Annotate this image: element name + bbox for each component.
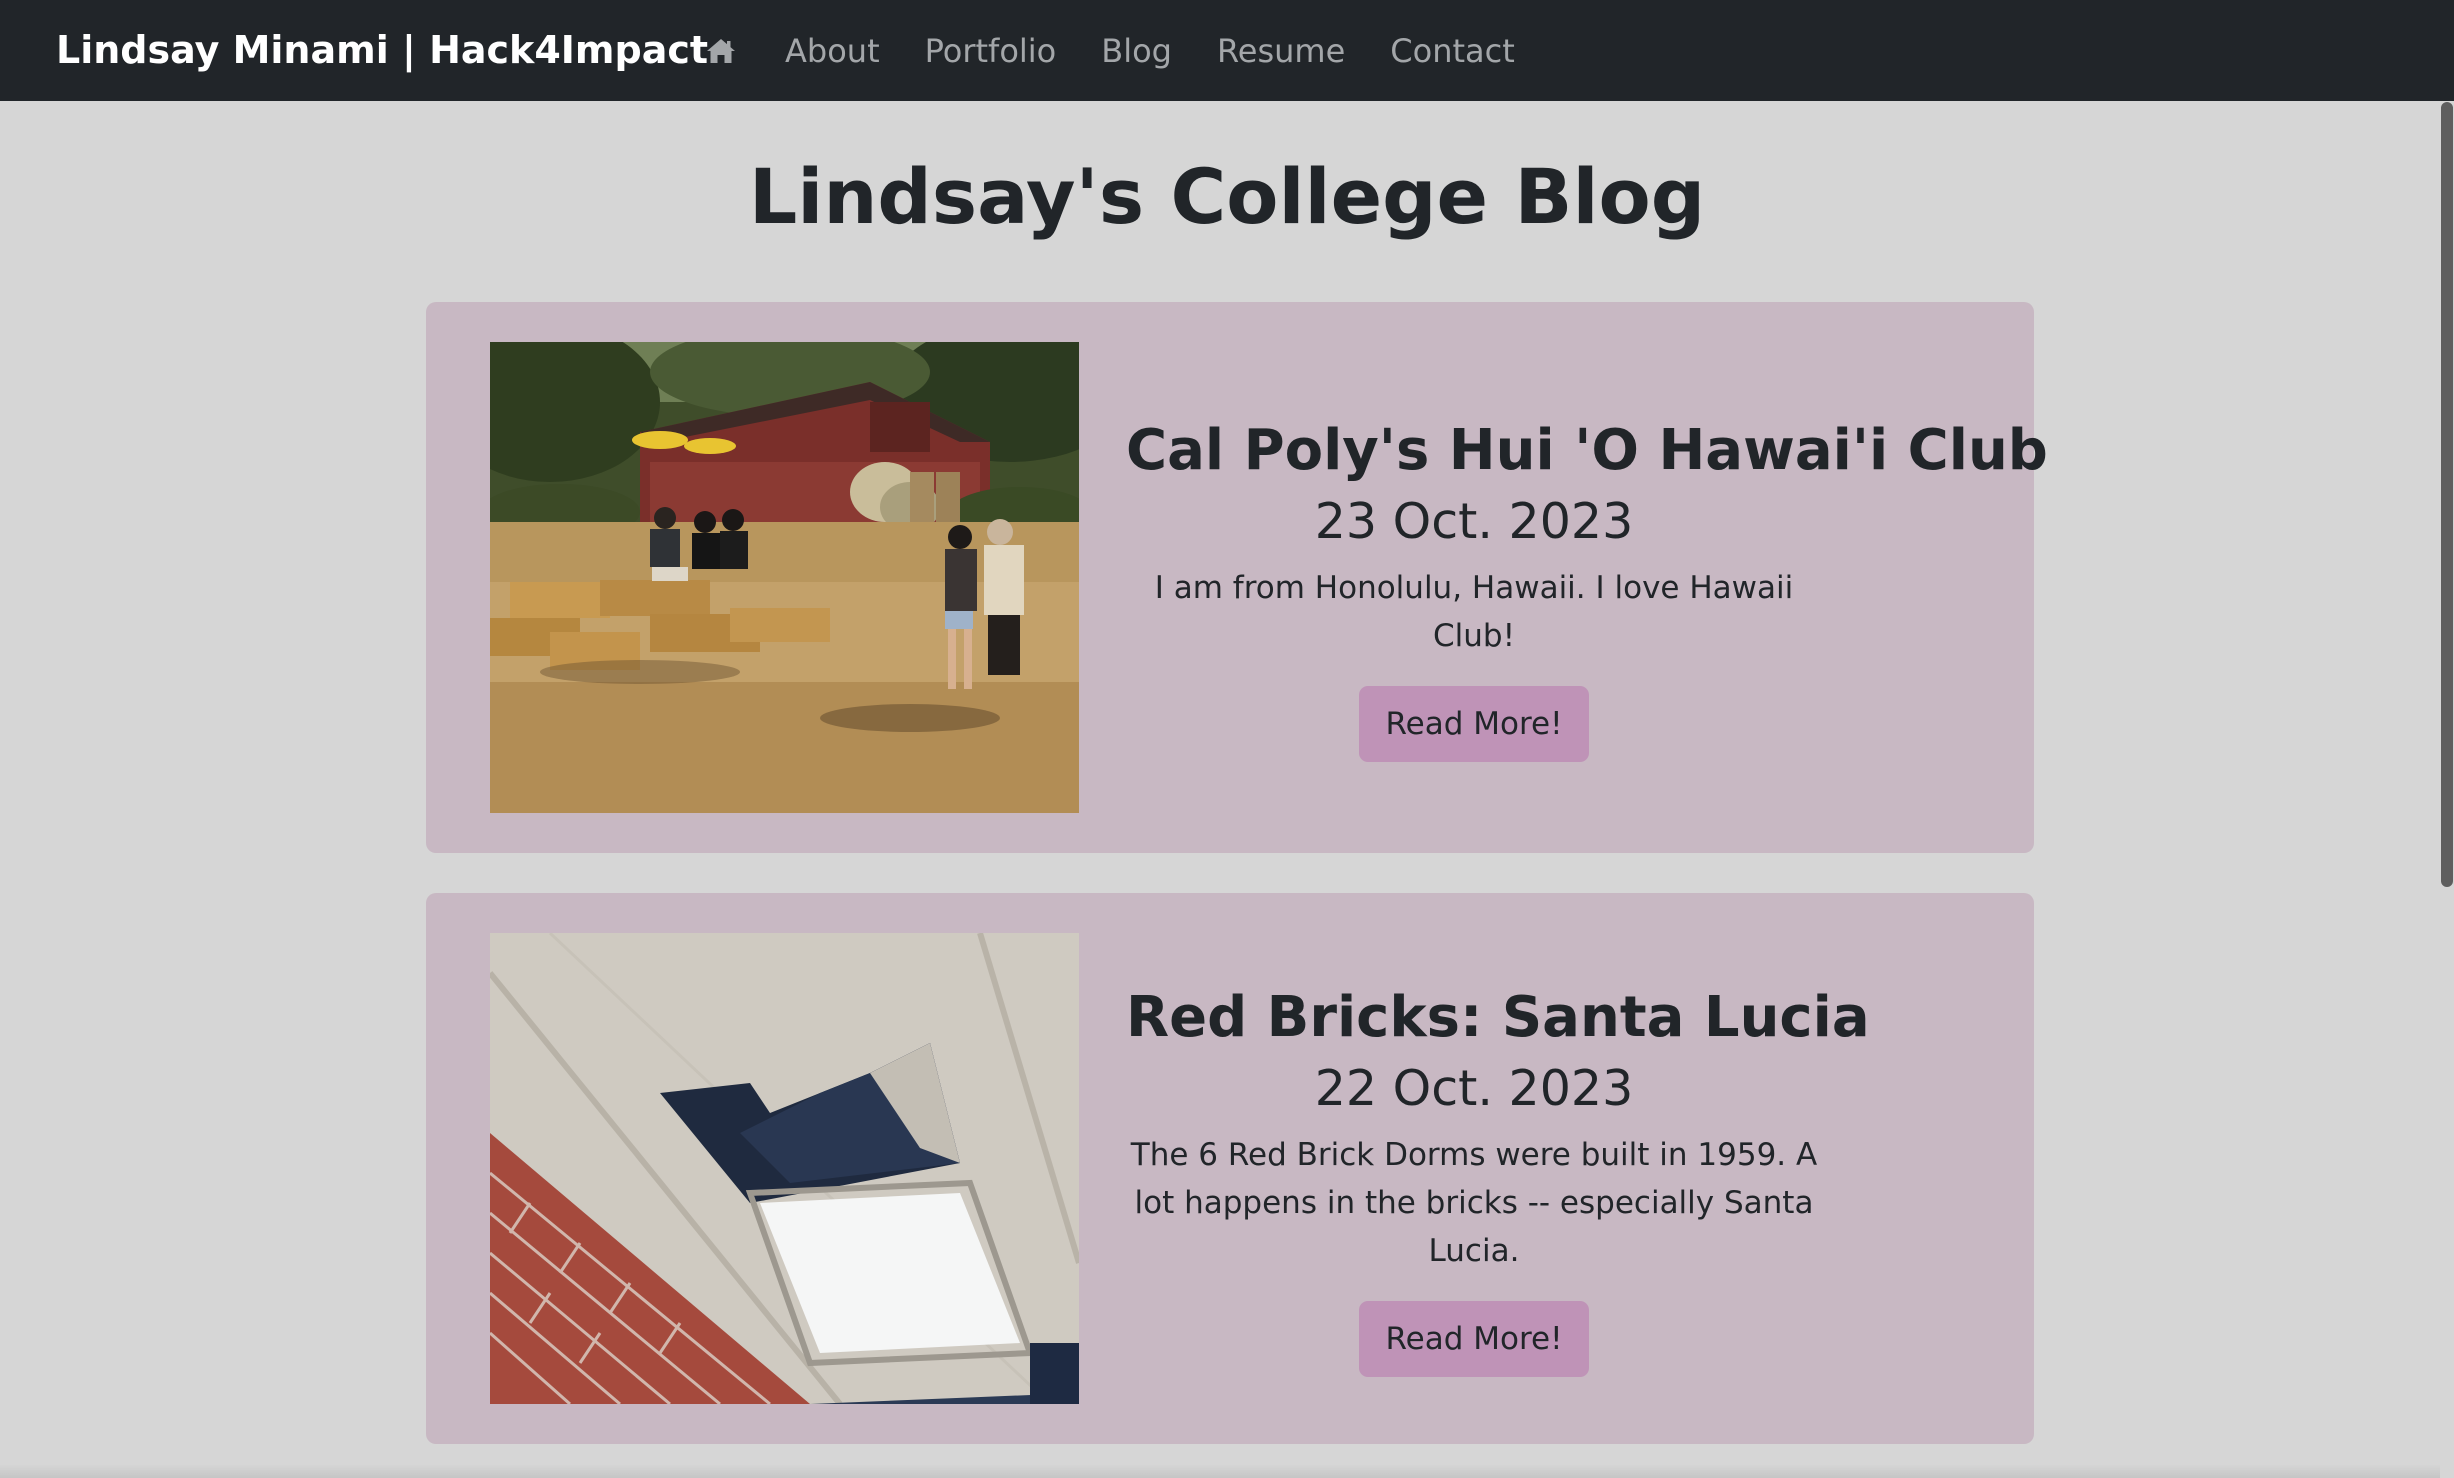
post-title[interactable]: Red Bricks: Santa Lucia [1126,981,1870,1055]
nav-link-portfolio[interactable]: Portfolio [925,32,1057,70]
top-navbar: Lindsay Minami | Hack4Impact About Portf… [0,0,2454,101]
post-excerpt: The 6 Red Brick Dorms were built in 1959… [1130,1137,1818,1269]
bottom-edge-shadow [0,1464,2440,1478]
read-more-button[interactable]: Read More! [1359,686,1589,762]
post-body: Cal Poly's Hui 'O Hawai'i Club 23 Oct. 2… [1126,414,2048,762]
nav-link-about[interactable]: About [785,32,880,70]
nav-links: About Portfolio Blog Resume Contact [706,0,1560,101]
blog-post-card: Red Bricks: Santa Lucia 22 Oct. 2023 The… [426,893,2034,1444]
nav-link-blog[interactable]: Blog [1101,32,1172,70]
home-icon[interactable] [706,36,740,66]
post-image-farm [490,342,1079,813]
blog-post-card: Cal Poly's Hui 'O Hawai'i Club 23 Oct. 2… [426,302,2048,853]
post-excerpt: I am from Honolulu, Hawaii. I love Hawai… [1154,570,1794,654]
page-title: Lindsay's College Blog [748,152,1706,241]
post-image-ceiling [490,933,1079,1404]
post-date: 22 Oct. 2023 [1314,1060,1634,1117]
scrollbar-thumb[interactable] [2441,102,2453,887]
read-more-button[interactable]: Read More! [1359,1301,1589,1377]
post-title[interactable]: Cal Poly's Hui 'O Hawai'i Club [1126,414,2048,488]
post-body: Red Bricks: Santa Lucia 22 Oct. 2023 The… [1126,981,1870,1377]
nav-link-contact[interactable]: Contact [1390,32,1515,70]
navbar-brand[interactable]: Lindsay Minami | Hack4Impact [56,0,708,101]
nav-link-resume[interactable]: Resume [1217,32,1345,70]
post-date: 23 Oct. 2023 [1314,493,1634,550]
